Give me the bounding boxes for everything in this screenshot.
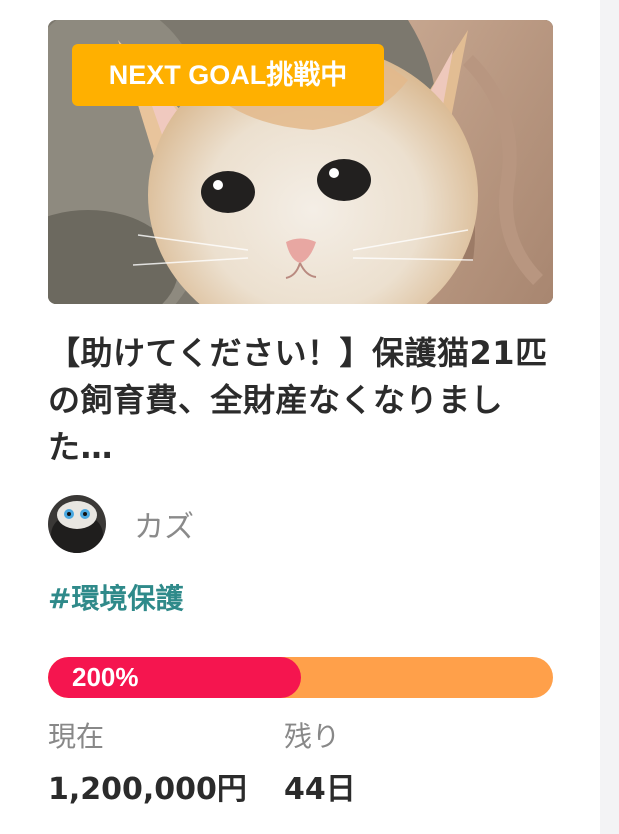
author-row[interactable]: カズ [48,494,553,554]
avatar-image [48,495,106,553]
side-panel-edge [600,0,619,834]
current-amount: 1,200,000円 [48,772,247,807]
category-tag[interactable]: #環境保護 [48,577,553,617]
progress-percentage: 200% [72,662,139,692]
author-name[interactable]: カズ [134,502,194,546]
project-card[interactable]: NEXT GOAL挑戦中 【助けてください！】保護猫21匹の飼育費、全財産なくな… [48,20,553,812]
next-goal-badge: NEXT GOAL挑戦中 [72,44,384,106]
funding-progress-bar: 200% [48,657,553,698]
author-avatar[interactable] [48,495,106,553]
stats-row: 現在 1,200,000円 残り 44日 [48,716,553,812]
project-thumbnail[interactable]: NEXT GOAL挑戦中 [48,20,553,304]
remaining-days-stat: 残り 44日 [284,716,356,812]
remaining-label: 残り [284,720,341,753]
current-label: 現在 [48,720,105,753]
project-title[interactable]: 【助けてください！】保護猫21匹の飼育費、全財産なくなりました… [48,330,553,471]
remaining-days: 44日 [284,772,356,807]
current-amount-stat: 現在 1,200,000円 [48,716,284,812]
